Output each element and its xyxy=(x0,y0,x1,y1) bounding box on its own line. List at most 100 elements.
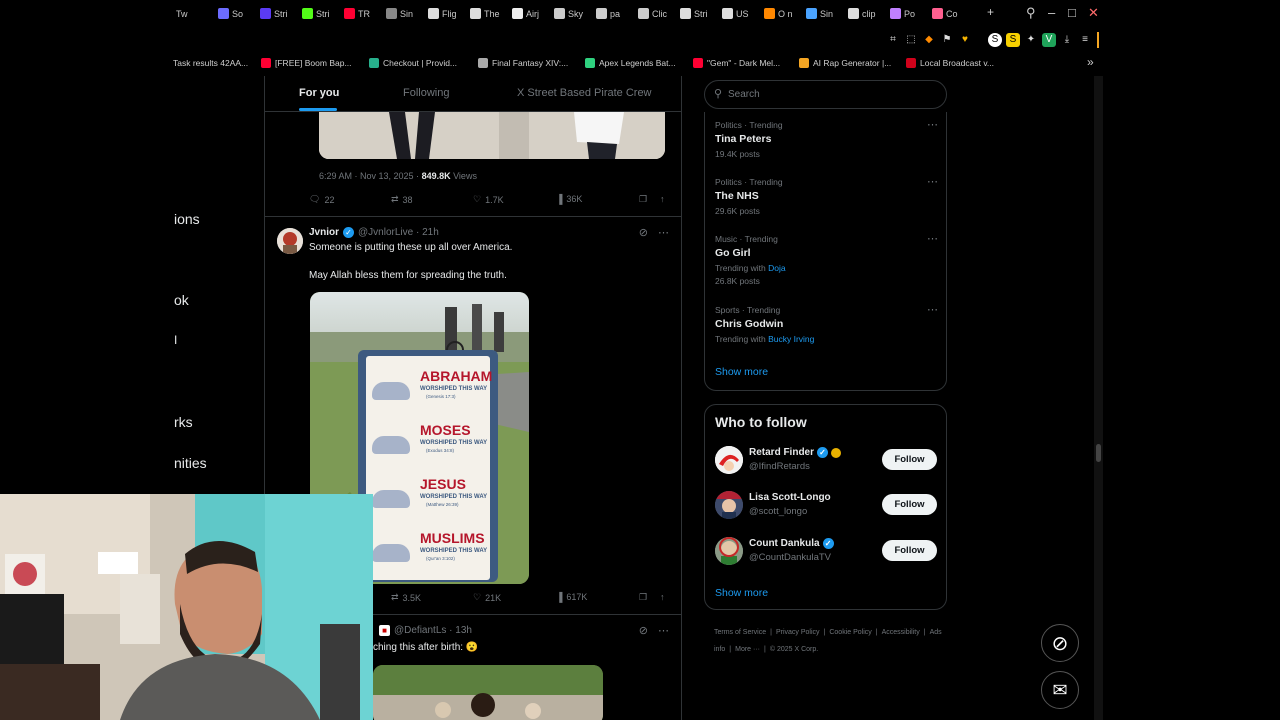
previous-post-timestamp[interactable]: 6:29 AM · Nov 13, 2025 · xyxy=(319,171,422,181)
analytics-button[interactable]: ▐ 36K xyxy=(556,194,582,204)
who-to-follow-show-more-link[interactable]: Show more xyxy=(715,587,768,599)
browser-tab[interactable]: pa xyxy=(596,5,634,22)
browser-tab[interactable]: Clic xyxy=(638,5,676,22)
trend-item[interactable]: Politics · Trending Tina Peters 19.4K po… xyxy=(715,118,940,159)
screenshot-icon[interactable]: ⬚ xyxy=(904,33,918,47)
follow-button[interactable]: Follow xyxy=(882,540,937,561)
messages-button[interactable]: ✉ xyxy=(1041,671,1079,709)
bookmarks-overflow-icon[interactable]: » xyxy=(1087,55,1094,69)
trend-item[interactable]: Sports · Trending Chris Godwin Trending … xyxy=(715,303,940,344)
post-author-handle[interactable]: @JvnlorLive · 21h xyxy=(358,227,439,238)
left-nav-item-i[interactable]: I xyxy=(174,333,177,347)
search-input[interactable]: Search xyxy=(728,89,760,100)
browser-tab[interactable]: Flig xyxy=(428,5,466,22)
search-box[interactable]: ⚲ Search xyxy=(704,80,947,109)
bookmark-item[interactable]: Checkout | Provid... xyxy=(369,57,457,69)
bookmark-item[interactable]: Apex Legends Bat... xyxy=(585,57,676,69)
trend-with-link[interactable]: Doja xyxy=(768,263,785,273)
bookmark-item[interactable]: Local Broadcast v... xyxy=(906,57,994,69)
browser-tab[interactable]: Po xyxy=(890,5,928,22)
browser-tab[interactable]: So xyxy=(218,5,256,22)
browser-tab[interactable]: US xyxy=(722,5,760,22)
like-button-post1[interactable]: ♡ 21K xyxy=(473,592,501,603)
trends-show-more-link[interactable]: Show more xyxy=(715,366,768,378)
maximize-icon[interactable]: □ xyxy=(1068,5,1076,20)
bookmark-item[interactable]: Final Fantasy XIV:... xyxy=(478,57,568,69)
more-options-icon[interactable]: ⋯ xyxy=(658,624,669,637)
footer-link[interactable]: © 2025 X Corp. xyxy=(770,646,818,653)
browser-tab[interactable]: TR xyxy=(344,5,382,22)
avatar[interactable] xyxy=(715,491,743,519)
bookmark-button-post1[interactable]: ❐ xyxy=(639,592,647,603)
follow-button[interactable]: Follow xyxy=(882,449,937,470)
bookmark-item[interactable]: [FREE] Boom Bap... xyxy=(261,57,352,69)
grok-icon[interactable]: ⊘ xyxy=(639,226,648,239)
post2-avatar-icon[interactable]: ■ xyxy=(379,625,390,636)
browser-tab[interactable]: Sky xyxy=(554,5,592,22)
avatar[interactable] xyxy=(715,537,743,565)
follow-suggestion[interactable]: Count Dankula ✓ @CountDankulaTV Follow xyxy=(715,536,937,568)
post2-image[interactable] xyxy=(373,665,603,720)
browser-tab[interactable]: O n xyxy=(764,5,802,22)
browser-tab[interactable]: clip xyxy=(848,5,886,22)
post-author-avatar[interactable] xyxy=(277,228,303,254)
close-window-icon[interactable]: ✕ xyxy=(1088,5,1099,21)
new-tab-button[interactable]: + xyxy=(987,5,994,19)
footer-link[interactable]: Accessibility xyxy=(882,629,920,636)
repost-button-post1[interactable]: ⇄ 3.5K xyxy=(391,592,421,603)
bookmark-button[interactable]: ❐ xyxy=(639,194,647,205)
minimize-icon[interactable]: – xyxy=(1048,5,1055,20)
footer-link[interactable]: Terms of Service xyxy=(714,629,766,636)
grok-icon[interactable]: ⊘ xyxy=(639,624,648,637)
browser-tab[interactable]: The xyxy=(470,5,508,22)
follow-suggestion[interactable]: Lisa Scott-Longo @scott_longo Follow xyxy=(715,490,937,522)
left-nav-item-ok[interactable]: ok xyxy=(174,292,189,308)
more-options-icon[interactable]: ⋯ xyxy=(927,175,938,188)
trend-item[interactable]: Politics · Trending The NHS 29.6K posts … xyxy=(715,175,940,216)
extension-s-icon[interactable]: S xyxy=(988,33,1002,47)
browser-tab[interactable]: Sin xyxy=(806,5,844,22)
grok-button[interactable]: ⊘ xyxy=(1041,624,1079,662)
left-nav-item-rks[interactable]: rks xyxy=(174,414,193,430)
analytics-button-post1[interactable]: ▐ 617K xyxy=(556,592,587,602)
like-button[interactable]: ♡ 1.7K xyxy=(473,194,504,205)
browser-tab[interactable]: Stri xyxy=(680,5,718,22)
profile-v-icon[interactable]: V xyxy=(1042,33,1056,47)
repost-button[interactable]: ⇄ 38 xyxy=(391,194,413,205)
browser-tab[interactable]: Stri xyxy=(260,5,298,22)
shield-icon[interactable]: ◆ xyxy=(922,33,936,47)
more-options-icon[interactable]: ⋯ xyxy=(927,118,938,131)
tab-following[interactable]: Following xyxy=(403,87,449,99)
more-options-icon[interactable]: ⋯ xyxy=(927,303,938,316)
footer-link[interactable]: More ··· xyxy=(735,646,760,653)
page-scrollbar[interactable] xyxy=(1094,76,1103,720)
puzzle-extensions-icon[interactable]: ✦ xyxy=(1024,33,1038,47)
left-nav-item-ions[interactable]: ions xyxy=(174,211,200,227)
sidebar-toggle-icon[interactable] xyxy=(1097,32,1099,48)
bookmark-item[interactable]: Task results 42AA... xyxy=(173,57,248,69)
trend-item[interactable]: Music · Trending Go Girl Trending with D… xyxy=(715,232,940,286)
search-tabs-icon[interactable]: ⚲ xyxy=(1026,5,1036,21)
follow-button[interactable]: Follow xyxy=(882,494,937,515)
post-author-name[interactable]: Jvnior xyxy=(309,227,339,238)
bookmark-item[interactable]: "Gem" - Dark Mel... xyxy=(693,57,780,69)
download-icon[interactable]: ⤓ xyxy=(1060,33,1074,47)
share-button-post1[interactable]: ↑ xyxy=(660,592,665,602)
share-button[interactable]: ↑ xyxy=(660,194,665,204)
tab-community[interactable]: X Street Based Pirate Crew xyxy=(517,87,652,99)
post2-author-handle[interactable]: @DefiantLs · 13h xyxy=(394,625,472,636)
trend-with-link[interactable]: Bucky Irving xyxy=(768,334,814,344)
extension-yellow-icon[interactable]: S xyxy=(1006,33,1020,47)
heart-extension-icon[interactable]: ♥ xyxy=(958,33,972,47)
previous-post-image[interactable] xyxy=(319,112,665,159)
more-options-icon[interactable]: ⋯ xyxy=(927,232,938,245)
reply-button[interactable]: 🗨︎ 22 xyxy=(309,194,334,205)
more-options-icon[interactable]: ⋯ xyxy=(658,226,669,239)
scrollbar-thumb[interactable] xyxy=(1096,444,1101,462)
avatar[interactable] xyxy=(715,446,743,474)
bookmark-item[interactable]: AI Rap Generator |... xyxy=(799,57,891,69)
browser-tab[interactable]: Stri xyxy=(302,5,340,22)
browser-tab[interactable]: Sin xyxy=(386,5,424,22)
follow-suggestion[interactable]: Retard Finder ✓ @IfindRetards Follow xyxy=(715,445,937,477)
browser-tab[interactable]: Airj xyxy=(512,5,550,22)
